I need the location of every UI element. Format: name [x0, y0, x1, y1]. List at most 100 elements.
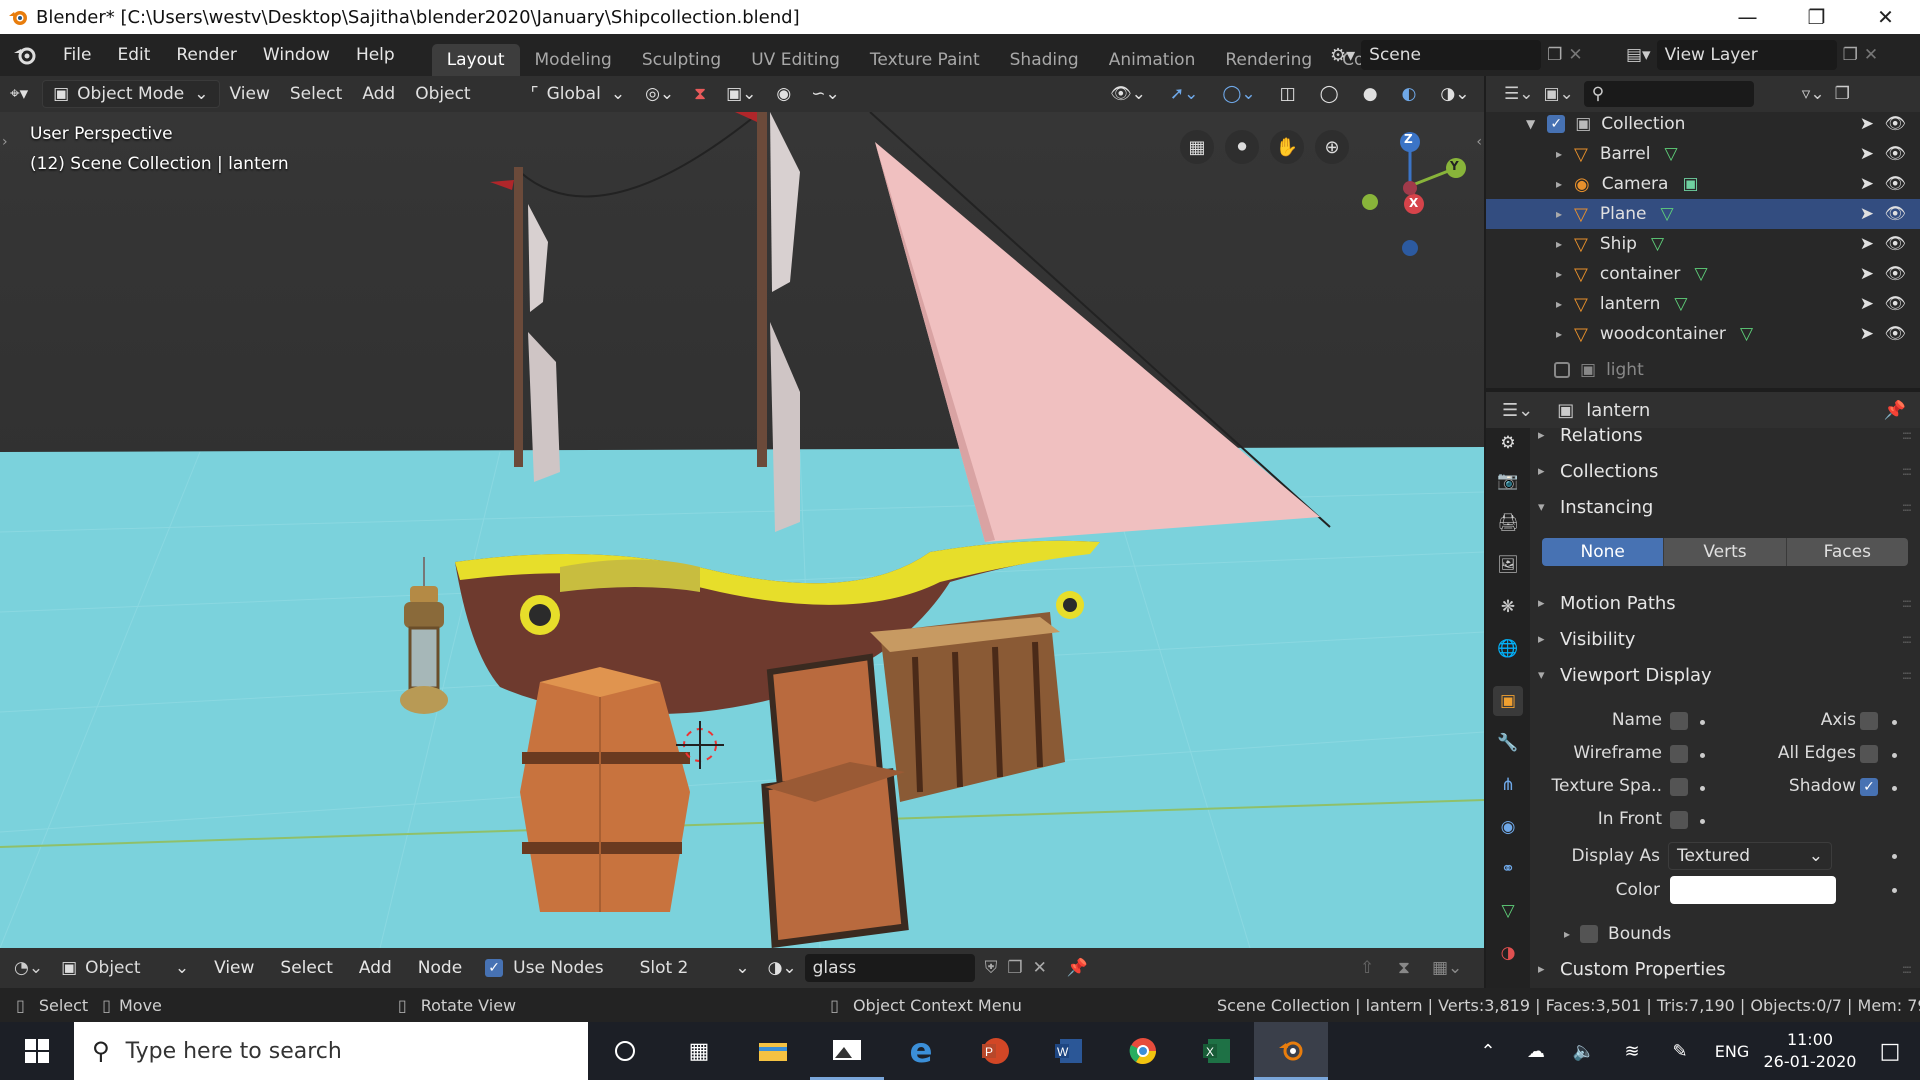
- mesh-data-icon[interactable]: ▽: [1694, 264, 1707, 284]
- select-arrow-icon[interactable]: ➤: [1860, 234, 1874, 254]
- menu-window[interactable]: Window: [250, 45, 343, 65]
- navigation-gizmo[interactable]: Z Y X: [1340, 126, 1480, 256]
- visibility-icon[interactable]: 👁⌄: [1100, 80, 1156, 108]
- panel-collections[interactable]: ▸ Collections::::: [1538, 456, 1920, 486]
- onedrive-icon[interactable]: ☁: [1512, 1041, 1560, 1062]
- keyframe-dot-icon[interactable]: [1700, 753, 1705, 758]
- light-collection-row[interactable]: ▣ light: [1486, 355, 1920, 385]
- shading-wireframe-icon[interactable]: ◯: [1310, 80, 1349, 108]
- keyframe-dot-icon[interactable]: [1892, 888, 1897, 893]
- shader-menu-view[interactable]: View: [201, 958, 267, 978]
- select-arrow-icon[interactable]: ➤: [1860, 324, 1874, 344]
- tab-animation[interactable]: Animation: [1094, 44, 1211, 76]
- eye-icon[interactable]: 👁: [1884, 294, 1906, 314]
- blender-taskbar-icon[interactable]: [1254, 1022, 1328, 1080]
- snap-target-icon[interactable]: ▦⌄: [1432, 958, 1462, 978]
- falloff-icon[interactable]: ∽⌄: [801, 80, 850, 108]
- select-arrow-icon[interactable]: ➤: [1860, 144, 1874, 164]
- collection-checkbox[interactable]: ✓: [1547, 115, 1566, 133]
- delete-view-layer-icon[interactable]: ✕: [1864, 45, 1878, 65]
- tab-rendering[interactable]: Rendering: [1210, 44, 1327, 76]
- panel-custom-properties[interactable]: ▸ Custom Properties::::: [1538, 954, 1920, 984]
- color-swatch[interactable]: [1670, 876, 1836, 904]
- delete-scene-icon[interactable]: ✕: [1568, 45, 1582, 65]
- expand-arrow-icon[interactable]: ▸: [1556, 177, 1562, 191]
- instancing-verts-button[interactable]: Verts: [1663, 538, 1786, 566]
- chrome-icon[interactable]: [1106, 1022, 1180, 1080]
- vp-menu-add[interactable]: Add: [352, 80, 405, 108]
- keyframe-dot-icon[interactable]: [1700, 819, 1705, 824]
- data-tab-icon[interactable]: ▽: [1493, 896, 1523, 926]
- expand-arrow-icon[interactable]: ▸: [1556, 297, 1562, 311]
- xray-icon[interactable]: ◫: [1270, 80, 1306, 108]
- physics-tab-icon[interactable]: ◉: [1493, 812, 1523, 842]
- tab-sculpting[interactable]: Sculpting: [627, 44, 736, 76]
- select-arrow-icon[interactable]: ➤: [1860, 114, 1874, 134]
- outliner-item-lantern[interactable]: ▸ ▽ lantern ▽ ➤ 👁: [1486, 289, 1920, 319]
- world-tab-icon[interactable]: 🌐: [1493, 634, 1523, 664]
- outliner-search-input[interactable]: ⚲: [1583, 81, 1754, 107]
- eye-icon[interactable]: 👁: [1884, 324, 1906, 344]
- panel-relations[interactable]: ▸ Relations::::: [1538, 420, 1920, 450]
- material-tab-icon[interactable]: ◑: [1493, 938, 1523, 968]
- expand-arrow-icon[interactable]: ▸: [1556, 207, 1562, 221]
- editor-type-icon[interactable]: ⌖▾: [0, 80, 38, 108]
- select-arrow-icon[interactable]: ➤: [1860, 264, 1874, 284]
- shader-menu-select[interactable]: Select: [267, 958, 345, 978]
- shading-material-icon[interactable]: ◐: [1392, 80, 1427, 108]
- outliner-item-plane[interactable]: ▸ ▽ Plane ▽ ➤ 👁: [1486, 199, 1920, 229]
- render-tab-icon[interactable]: 📷: [1493, 466, 1523, 496]
- tab-layout[interactable]: Layout: [431, 44, 520, 76]
- view-layer-field[interactable]: View Layer: [1656, 40, 1837, 70]
- outliner-item-woodcontainer[interactable]: ▸ ▽ woodcontainer ▽ ➤ 👁: [1486, 319, 1920, 349]
- mode-selector[interactable]: ▣ Object Mode ⌄: [42, 80, 220, 108]
- overlays-icon[interactable]: ◯⌄: [1212, 80, 1265, 108]
- outliner-item-ship[interactable]: ▸ ▽ Ship ▽ ➤ 👁: [1486, 229, 1920, 259]
- toggle-camera-grid-icon[interactable]: ▦: [1180, 130, 1214, 164]
- snap-icon[interactable]: ⧗: [1398, 958, 1410, 978]
- tab-shading[interactable]: Shading: [995, 44, 1094, 76]
- panel-instancing[interactable]: ▾ Instancing::::: [1538, 492, 1920, 522]
- toolbar-expand-icon[interactable]: ›: [2, 134, 8, 150]
- keyframe-dot-icon[interactable]: [1700, 786, 1705, 791]
- material-browse-icon[interactable]: ◑⌄: [768, 958, 797, 978]
- shading-rendered-icon[interactable]: ◑⌄: [1430, 80, 1479, 108]
- expand-arrow-icon[interactable]: ▸: [1556, 237, 1562, 251]
- drag-grip-icon[interactable]: ::::: [1902, 596, 1912, 610]
- mesh-data-icon[interactable]: ▽: [1661, 204, 1674, 224]
- task-view-icon[interactable]: ▦: [662, 1022, 736, 1080]
- filter-icon[interactable]: ▿⌄: [1802, 84, 1825, 104]
- constraints-tab-icon[interactable]: ⚭: [1493, 854, 1523, 884]
- expand-arrow-icon[interactable]: ▸: [1556, 267, 1562, 281]
- select-arrow-icon[interactable]: ➤: [1860, 204, 1874, 224]
- wireframe-checkbox[interactable]: [1670, 745, 1688, 763]
- drag-grip-icon[interactable]: ::::: [1902, 428, 1912, 442]
- display-mode-icon[interactable]: ▣⌄: [1543, 84, 1573, 104]
- view-layer-tab-icon[interactable]: 🖼: [1493, 550, 1523, 580]
- new-scene-icon[interactable]: ❐: [1547, 45, 1562, 65]
- collapse-arrow-icon[interactable]: ▼: [1526, 117, 1535, 131]
- bounds-checkbox[interactable]: [1580, 925, 1599, 943]
- mesh-data-icon[interactable]: ▽: [1651, 234, 1664, 254]
- file-explorer-icon[interactable]: [736, 1022, 810, 1080]
- menu-edit[interactable]: Edit: [104, 45, 163, 65]
- scene-name-field[interactable]: Scene: [1361, 40, 1542, 70]
- outliner-editor-icon[interactable]: ☰⌄: [1504, 84, 1533, 104]
- shader-menu-node[interactable]: Node: [405, 958, 475, 978]
- photos-icon[interactable]: [810, 1022, 884, 1080]
- material-name-field[interactable]: glass: [804, 954, 975, 982]
- gizmo-toggle-icon[interactable]: ➚⌄: [1160, 80, 1209, 108]
- language-indicator[interactable]: ENG: [1704, 1042, 1760, 1061]
- clock[interactable]: 11:00 26-01-2020: [1760, 1029, 1860, 1073]
- drag-grip-icon[interactable]: ::::: [1902, 500, 1912, 514]
- drag-grip-icon[interactable]: ::::: [1902, 464, 1912, 478]
- view-layer-icon[interactable]: ▤▾: [1626, 45, 1651, 65]
- all-edges-checkbox[interactable]: [1860, 745, 1878, 763]
- panel-viewport-display[interactable]: ▾ Viewport Display::::: [1538, 660, 1920, 690]
- name-checkbox[interactable]: [1670, 712, 1688, 730]
- unlink-material-icon[interactable]: ✕: [1033, 958, 1047, 978]
- shader-type-selector[interactable]: ▣ Object ⌄: [61, 958, 189, 978]
- pan-hand-icon[interactable]: ✋: [1270, 130, 1304, 164]
- camera-data-icon[interactable]: ▣: [1682, 174, 1698, 194]
- select-arrow-icon[interactable]: ➤: [1860, 294, 1874, 314]
